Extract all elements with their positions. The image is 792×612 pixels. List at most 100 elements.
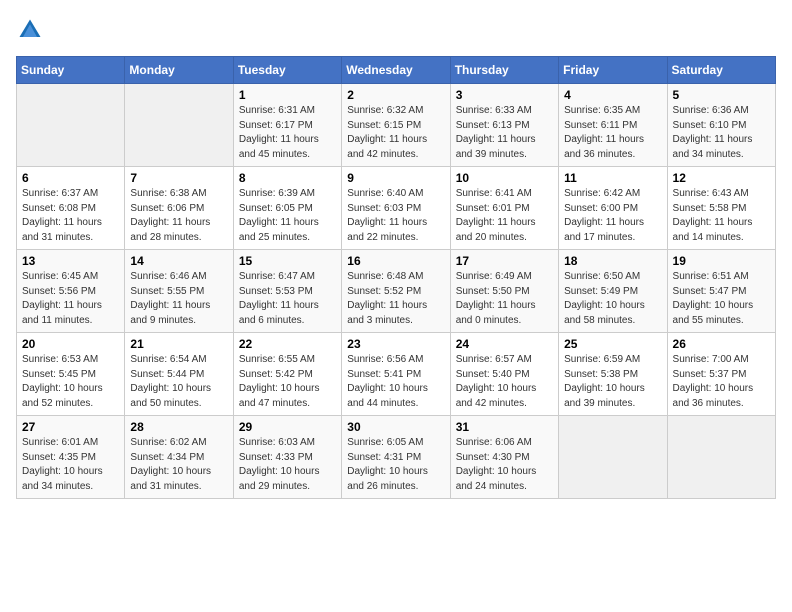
calendar-cell: 27 Sunrise: 6:01 AM Sunset: 4:35 PM Dayli… — [17, 416, 125, 499]
calendar-cell: 7 Sunrise: 6:38 AM Sunset: 6:06 PM Daylig… — [125, 167, 233, 250]
calendar-body: 1Sunrise: 6:31 AM Sunset: 6:17 PM Daylig… — [17, 84, 776, 499]
day-number: 27 — [22, 420, 119, 434]
calendar-cell: 9 Sunrise: 6:40 AM Sunset: 6:03 PM Daylig… — [342, 167, 450, 250]
calendar-cell: 15 Sunrise: 6:47 AM Sunset: 5:53 PM Dayli… — [233, 250, 341, 333]
weekday-tuesday: Tuesday — [233, 57, 341, 84]
calendar-cell: 25 Sunrise: 6:59 AM Sunset: 5:38 PM Dayli… — [559, 333, 667, 416]
weekday-header-row: SundayMondayTuesdayWednesdayThursdayFrid… — [17, 57, 776, 84]
calendar-cell: 2 Sunrise: 6:32 AM Sunset: 6:15 PM Daylig… — [342, 84, 450, 167]
weekday-thursday: Thursday — [450, 57, 558, 84]
weekday-friday: Friday — [559, 57, 667, 84]
calendar-cell: 21 Sunrise: 6:54 AM Sunset: 5:44 PM Dayli… — [125, 333, 233, 416]
day-info: Sunrise: 6:53 AM Sunset: 5:45 PM Dayligh… — [22, 353, 119, 411]
week-row-4: 20 Sunrise: 6:53 AM Sunset: 5:45 PM Dayli… — [17, 333, 776, 416]
calendar-cell: 18 Sunrise: 6:50 AM Sunset: 5:49 PM Dayli… — [559, 250, 667, 333]
logo-icon — [16, 16, 44, 44]
day-info: Sunrise: 6:01 AM Sunset: 4:35 PM Dayligh… — [22, 436, 119, 494]
day-info: Sunrise: 6:51 AM Sunset: 5:47 PM Dayligh… — [673, 270, 770, 328]
weekday-wednesday: Wednesday — [342, 57, 450, 84]
day-info: Sunrise: 6:40 AM Sunset: 6:03 PM Dayligh… — [347, 187, 444, 245]
week-row-2: 6 Sunrise: 6:37 AM Sunset: 6:08 PM Daylig… — [17, 167, 776, 250]
day-number: 19 — [673, 254, 770, 268]
day-info: Sunrise: 6:33 AM Sunset: 6:13 PM Dayligh… — [456, 104, 553, 162]
day-info: Sunrise: 6:35 AM Sunset: 6:11 PM Dayligh… — [564, 104, 661, 162]
day-info: Sunrise: 6:06 AM Sunset: 4:30 PM Dayligh… — [456, 436, 553, 494]
day-number: 4 — [564, 88, 661, 102]
calendar-cell: 20 Sunrise: 6:53 AM Sunset: 5:45 PM Dayli… — [17, 333, 125, 416]
page-header — [16, 16, 776, 44]
calendar-cell: 30Sunrise: 6:05 AM Sunset: 4:31 PM Dayli… — [342, 416, 450, 499]
day-number: 21 — [130, 337, 227, 351]
day-number: 29 — [239, 420, 336, 434]
day-info: Sunrise: 6:03 AM Sunset: 4:33 PM Dayligh… — [239, 436, 336, 494]
day-info: Sunrise: 6:38 AM Sunset: 6:06 PM Dayligh… — [130, 187, 227, 245]
calendar-cell: 28Sunrise: 6:02 AM Sunset: 4:34 PM Dayli… — [125, 416, 233, 499]
calendar-cell: 12 Sunrise: 6:43 AM Sunset: 5:58 PM Dayli… — [667, 167, 775, 250]
day-info: Sunrise: 6:37 AM Sunset: 6:08 PM Dayligh… — [22, 187, 119, 245]
day-info: Sunrise: 6:41 AM Sunset: 6:01 PM Dayligh… — [456, 187, 553, 245]
day-number: 26 — [673, 337, 770, 351]
day-number: 30 — [347, 420, 444, 434]
day-number: 10 — [456, 171, 553, 185]
day-info: Sunrise: 6:45 AM Sunset: 5:56 PM Dayligh… — [22, 270, 119, 328]
logo — [16, 16, 48, 44]
calendar-cell: 17 Sunrise: 6:49 AM Sunset: 5:50 PM Dayli… — [450, 250, 558, 333]
calendar-cell — [125, 84, 233, 167]
day-info: Sunrise: 6:59 AM Sunset: 5:38 PM Dayligh… — [564, 353, 661, 411]
calendar-cell — [667, 416, 775, 499]
calendar-cell: 26Sunrise: 7:00 AM Sunset: 5:37 PM Dayli… — [667, 333, 775, 416]
weekday-saturday: Saturday — [667, 57, 775, 84]
day-info: Sunrise: 6:49 AM Sunset: 5:50 PM Dayligh… — [456, 270, 553, 328]
calendar-cell: 23Sunrise: 6:56 AM Sunset: 5:41 PM Dayli… — [342, 333, 450, 416]
day-number: 18 — [564, 254, 661, 268]
day-number: 5 — [673, 88, 770, 102]
week-row-5: 27 Sunrise: 6:01 AM Sunset: 4:35 PM Dayli… — [17, 416, 776, 499]
calendar-cell: 10 Sunrise: 6:41 AM Sunset: 6:01 PM Dayli… — [450, 167, 558, 250]
day-number: 6 — [22, 171, 119, 185]
day-number: 12 — [673, 171, 770, 185]
day-number: 16 — [347, 254, 444, 268]
calendar-cell — [559, 416, 667, 499]
day-number: 20 — [22, 337, 119, 351]
calendar-cell: 4 Sunrise: 6:35 AM Sunset: 6:11 PM Daylig… — [559, 84, 667, 167]
day-info: Sunrise: 6:57 AM Sunset: 5:40 PM Dayligh… — [456, 353, 553, 411]
calendar-cell: 19 Sunrise: 6:51 AM Sunset: 5:47 PM Dayli… — [667, 250, 775, 333]
day-number: 14 — [130, 254, 227, 268]
day-number: 2 — [347, 88, 444, 102]
day-info: Sunrise: 6:42 AM Sunset: 6:00 PM Dayligh… — [564, 187, 661, 245]
calendar-cell: 5 Sunrise: 6:36 AM Sunset: 6:10 PM Daylig… — [667, 84, 775, 167]
day-info: Sunrise: 6:32 AM Sunset: 6:15 PM Dayligh… — [347, 104, 444, 162]
day-info: Sunrise: 6:39 AM Sunset: 6:05 PM Dayligh… — [239, 187, 336, 245]
calendar-cell: 29 Sunrise: 6:03 AM Sunset: 4:33 PM Dayli… — [233, 416, 341, 499]
calendar-header: SundayMondayTuesdayWednesdayThursdayFrid… — [17, 57, 776, 84]
day-number: 11 — [564, 171, 661, 185]
calendar-cell: 16 Sunrise: 6:48 AM Sunset: 5:52 PM Dayli… — [342, 250, 450, 333]
day-info: Sunrise: 6:56 AM Sunset: 5:41 PM Dayligh… — [347, 353, 444, 411]
day-info: Sunrise: 6:02 AM Sunset: 4:34 PM Dayligh… — [130, 436, 227, 494]
calendar-cell — [17, 84, 125, 167]
day-info: Sunrise: 6:36 AM Sunset: 6:10 PM Dayligh… — [673, 104, 770, 162]
calendar-cell: 3 Sunrise: 6:33 AM Sunset: 6:13 PM Daylig… — [450, 84, 558, 167]
day-info: Sunrise: 6:47 AM Sunset: 5:53 PM Dayligh… — [239, 270, 336, 328]
weekday-sunday: Sunday — [17, 57, 125, 84]
day-number: 15 — [239, 254, 336, 268]
calendar-cell: 1Sunrise: 6:31 AM Sunset: 6:17 PM Daylig… — [233, 84, 341, 167]
day-number: 25 — [564, 337, 661, 351]
day-info: Sunrise: 6:48 AM Sunset: 5:52 PM Dayligh… — [347, 270, 444, 328]
day-info: Sunrise: 6:54 AM Sunset: 5:44 PM Dayligh… — [130, 353, 227, 411]
weekday-monday: Monday — [125, 57, 233, 84]
day-info: Sunrise: 6:31 AM Sunset: 6:17 PM Dayligh… — [239, 104, 336, 162]
calendar-table: SundayMondayTuesdayWednesdayThursdayFrid… — [16, 56, 776, 499]
day-info: Sunrise: 6:50 AM Sunset: 5:49 PM Dayligh… — [564, 270, 661, 328]
week-row-3: 13 Sunrise: 6:45 AM Sunset: 5:56 PM Dayli… — [17, 250, 776, 333]
day-number: 9 — [347, 171, 444, 185]
day-number: 24 — [456, 337, 553, 351]
day-number: 7 — [130, 171, 227, 185]
day-number: 8 — [239, 171, 336, 185]
day-number: 17 — [456, 254, 553, 268]
day-number: 13 — [22, 254, 119, 268]
day-number: 3 — [456, 88, 553, 102]
day-number: 22 — [239, 337, 336, 351]
day-info: Sunrise: 6:55 AM Sunset: 5:42 PM Dayligh… — [239, 353, 336, 411]
day-info: Sunrise: 6:43 AM Sunset: 5:58 PM Dayligh… — [673, 187, 770, 245]
